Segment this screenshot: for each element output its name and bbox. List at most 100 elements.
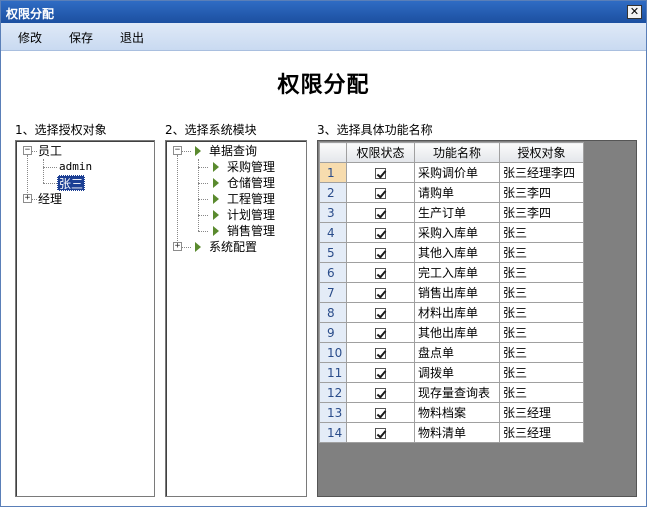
collapse-icon[interactable]: −	[23, 146, 32, 155]
checkbox-checked-icon[interactable]	[375, 187, 386, 199]
row-number[interactable]: 12	[319, 382, 347, 403]
checkbox-checked-icon[interactable]	[375, 387, 386, 399]
checkbox-checked-icon[interactable]	[375, 267, 386, 279]
permission-checkbox-cell[interactable]	[346, 402, 415, 423]
table-row[interactable]: 7 销售出库单 张三	[319, 282, 584, 303]
table-row[interactable]: 2 请购单 张三李四	[319, 182, 584, 203]
expand-icon[interactable]: +	[23, 194, 32, 203]
auth-target-cell[interactable]: 张三经理李四	[499, 162, 584, 183]
checkbox-checked-icon[interactable]	[375, 227, 386, 239]
auth-target-cell[interactable]: 张三	[499, 382, 584, 403]
function-name-cell[interactable]: 物料档案	[414, 402, 500, 423]
row-number[interactable]: 2	[319, 182, 347, 203]
table-row[interactable]: 3 生产订单 张三李四	[319, 202, 584, 223]
function-name-cell[interactable]: 材料出库单	[414, 302, 500, 323]
auth-target-cell[interactable]: 张三经理	[499, 422, 584, 443]
function-name-cell[interactable]: 盘点单	[414, 342, 500, 363]
permission-checkbox-cell[interactable]	[346, 222, 415, 243]
row-number[interactable]: 11	[319, 362, 347, 383]
function-name-cell[interactable]: 完工入库单	[414, 262, 500, 283]
row-number[interactable]: 3	[319, 202, 347, 223]
row-number[interactable]: 14	[319, 422, 347, 443]
function-name-cell[interactable]: 销售出库单	[414, 282, 500, 303]
function-name-cell[interactable]: 请购单	[414, 182, 500, 203]
function-name-cell[interactable]: 物料清单	[414, 422, 500, 443]
tree-node-warehouse[interactable]: 仓储管理	[227, 175, 275, 191]
permission-checkbox-cell[interactable]	[346, 242, 415, 263]
expand-icon[interactable]: +	[173, 242, 182, 251]
checkbox-checked-icon[interactable]	[375, 247, 386, 259]
row-number[interactable]: 5	[319, 242, 347, 263]
checkbox-checked-icon[interactable]	[375, 427, 386, 439]
permission-checkbox-cell[interactable]	[346, 422, 415, 443]
tree-node-engineering[interactable]: 工程管理	[227, 191, 275, 207]
permission-checkbox-cell[interactable]	[346, 362, 415, 383]
function-name-cell[interactable]: 采购调价单	[414, 162, 500, 183]
function-name-cell[interactable]: 调拨单	[414, 362, 500, 383]
row-number[interactable]: 9	[319, 322, 347, 343]
row-number[interactable]: 7	[319, 282, 347, 303]
permission-checkbox-cell[interactable]	[346, 182, 415, 203]
auth-target-cell[interactable]: 张三	[499, 322, 584, 343]
table-row[interactable]: 4 采购入库单 张三	[319, 222, 584, 243]
table-row[interactable]: 9 其他出库单 张三	[319, 322, 584, 343]
tree-node-admin[interactable]: admin	[59, 159, 92, 175]
table-row[interactable]: 11 调拨单 张三	[319, 362, 584, 383]
column-header-target[interactable]: 授权对象	[499, 142, 584, 163]
auth-target-cell[interactable]: 张三	[499, 262, 584, 283]
row-number[interactable]: 13	[319, 402, 347, 423]
auth-target-cell[interactable]: 张三	[499, 342, 584, 363]
permission-checkbox-cell[interactable]	[346, 342, 415, 363]
collapse-icon[interactable]: −	[173, 146, 182, 155]
function-name-cell[interactable]: 现存量查询表	[414, 382, 500, 403]
row-number[interactable]: 1	[319, 162, 347, 183]
permission-checkbox-cell[interactable]	[346, 322, 415, 343]
checkbox-checked-icon[interactable]	[375, 367, 386, 379]
function-name-cell[interactable]: 采购入库单	[414, 222, 500, 243]
checkbox-checked-icon[interactable]	[375, 327, 386, 339]
row-number[interactable]: 6	[319, 262, 347, 283]
permission-checkbox-cell[interactable]	[346, 262, 415, 283]
auth-target-cell[interactable]: 张三	[499, 302, 584, 323]
table-row[interactable]: 14 物料清单 张三经理	[319, 422, 584, 443]
table-row[interactable]: 10 盘点单 张三	[319, 342, 584, 363]
checkbox-checked-icon[interactable]	[375, 307, 386, 319]
checkbox-checked-icon[interactable]	[375, 167, 386, 179]
column-header-function[interactable]: 功能名称	[414, 142, 500, 163]
table-row[interactable]: 5 其他入库单 张三	[319, 242, 584, 263]
checkbox-checked-icon[interactable]	[375, 407, 386, 419]
table-row[interactable]: 1 采购调价单 张三经理李四	[319, 162, 584, 183]
tree-node-zhangsan[interactable]: 张三	[57, 175, 86, 191]
tree-node-document-query[interactable]: 单据查询	[209, 143, 257, 159]
menu-save[interactable]: 保存	[69, 29, 93, 46]
row-number[interactable]: 4	[319, 222, 347, 243]
auth-target-cell[interactable]: 张三李四	[499, 202, 584, 223]
table-row[interactable]: 12 现存量查询表 张三	[319, 382, 584, 403]
permission-checkbox-cell[interactable]	[346, 302, 415, 323]
close-button[interactable]: ✕	[627, 5, 642, 19]
auth-target-cell[interactable]: 张三经理	[499, 402, 584, 423]
tree-node-system-config[interactable]: 系统配置	[209, 239, 257, 255]
function-name-cell[interactable]: 生产订单	[414, 202, 500, 223]
menu-exit[interactable]: 退出	[120, 29, 144, 46]
auth-target-cell[interactable]: 张三	[499, 242, 584, 263]
tree-node-purchase[interactable]: 采购管理	[227, 159, 275, 175]
object-tree[interactable]: − 员工 admin 张三 + 经理	[15, 140, 155, 497]
tree-node-planning[interactable]: 计划管理	[227, 207, 275, 223]
permission-checkbox-cell[interactable]	[346, 282, 415, 303]
function-name-cell[interactable]: 其他出库单	[414, 322, 500, 343]
auth-target-cell[interactable]: 张三	[499, 362, 584, 383]
row-number[interactable]: 8	[319, 302, 347, 323]
function-name-cell[interactable]: 其他入库单	[414, 242, 500, 263]
checkbox-checked-icon[interactable]	[375, 207, 386, 219]
table-row[interactable]: 6 完工入库单 张三	[319, 262, 584, 283]
auth-target-cell[interactable]: 张三	[499, 222, 584, 243]
table-row[interactable]: 13 物料档案 张三经理	[319, 402, 584, 423]
row-number[interactable]: 10	[319, 342, 347, 363]
auth-target-cell[interactable]: 张三李四	[499, 182, 584, 203]
permission-checkbox-cell[interactable]	[346, 162, 415, 183]
tree-node-manager[interactable]: 经理	[38, 191, 62, 207]
tree-node-employee[interactable]: 员工	[38, 143, 62, 159]
permission-checkbox-cell[interactable]	[346, 382, 415, 403]
module-tree[interactable]: − 单据查询 采购管理 仓储管理 工程管理 计划管理 销售管理 + 系统配置	[165, 140, 307, 497]
